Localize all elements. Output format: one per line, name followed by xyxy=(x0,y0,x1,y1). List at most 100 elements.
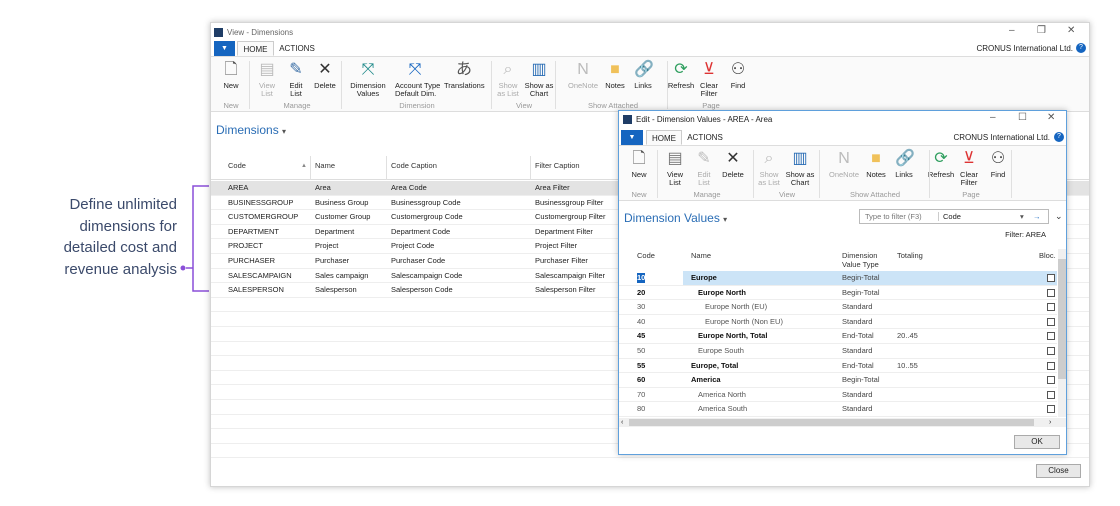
column-header[interactable]: Totaling xyxy=(897,251,923,260)
sort-ascending-icon: ▲ xyxy=(301,163,307,169)
table-row[interactable]: 80 America South Standard xyxy=(619,402,1057,417)
show-as-chart-button[interactable]: ▥ Show as Chart xyxy=(519,61,559,98)
apply-filter-arrow-icon[interactable]: → xyxy=(1033,210,1041,223)
onenote-icon: N xyxy=(838,150,850,167)
column-header[interactable]: Filter Caption xyxy=(535,161,580,170)
ribbon-group-label: Show Attached xyxy=(587,101,639,110)
blocked-checkbox[interactable] xyxy=(1047,274,1055,282)
app-menu-button[interactable]: ▼ xyxy=(214,41,235,56)
blocked-checkbox[interactable] xyxy=(1047,405,1055,414)
blocked-checkbox[interactable] xyxy=(1047,303,1055,312)
blocked-checkbox[interactable] xyxy=(1047,288,1055,297)
ribbon-separator xyxy=(819,150,820,198)
show-as-chart-button[interactable]: ▥ Show as Chart xyxy=(780,150,820,187)
find-button[interactable]: ⚇ Find xyxy=(718,61,758,90)
table-cell[interactable]: 70 xyxy=(637,388,645,402)
table-cell[interactable]: 50 xyxy=(637,344,645,358)
table-cell: Businessgroup Code xyxy=(391,197,461,207)
close-window-button[interactable]: ✕ xyxy=(1067,25,1075,36)
filter-input[interactable]: Type to filter (F3) xyxy=(865,210,922,223)
table-cell: Europe North xyxy=(698,287,746,297)
dimension-values-button[interactable]: ⤧ Dimension Values xyxy=(348,61,388,98)
column-header[interactable]: Code Caption xyxy=(391,161,437,170)
column-header[interactable]: Name xyxy=(315,161,335,170)
button-label: List xyxy=(290,89,302,98)
table-cell: Purchaser Filter xyxy=(535,256,588,265)
new-document-icon: 🗋 xyxy=(224,61,238,78)
refresh-icon: ⟳ xyxy=(674,61,688,78)
blocked-checkbox[interactable] xyxy=(1047,332,1055,341)
tab-home[interactable]: HOME xyxy=(646,130,682,145)
page-title[interactable]: Dimensions ▾ xyxy=(216,123,286,137)
help-icon[interactable]: ? xyxy=(1076,43,1086,53)
expand-chevron-icon[interactable]: ⌄ xyxy=(1055,211,1063,222)
ok-button[interactable]: OK xyxy=(1014,435,1060,449)
ribbon-separator xyxy=(657,150,658,198)
vertical-scrollbar[interactable] xyxy=(1058,249,1066,417)
tab-actions[interactable]: ACTIONS xyxy=(685,130,725,145)
table-cell: Europe South xyxy=(698,346,744,355)
table-cell[interactable]: 60 xyxy=(637,373,645,387)
help-icon[interactable]: ? xyxy=(1054,132,1064,142)
horizontal-scrollbar[interactable]: ‹ › xyxy=(619,418,1066,427)
table-cell: Salescampaign Filter xyxy=(535,270,606,280)
tab-home[interactable]: HOME xyxy=(237,41,274,56)
blocked-checkbox[interactable] xyxy=(1047,390,1055,399)
table-cell[interactable]: 40 xyxy=(637,315,645,329)
table-cell[interactable]: 30 xyxy=(637,300,645,314)
links-button[interactable]: 🔗 Links xyxy=(623,61,663,90)
blocked-checkbox[interactable] xyxy=(1047,361,1055,370)
column-header[interactable]: Name xyxy=(691,251,711,260)
column-header[interactable]: Code xyxy=(228,161,246,170)
app-menu-button[interactable]: ▼ xyxy=(621,130,643,145)
new-button[interactable]: 🗋 New xyxy=(211,61,251,90)
table-row[interactable]: 60 America Begin-Total xyxy=(619,373,1057,388)
blocked-checkbox[interactable] xyxy=(1047,376,1055,385)
column-header[interactable]: Code xyxy=(637,251,655,260)
delete-button[interactable]: ✕ Delete xyxy=(305,61,345,90)
table-row[interactable]: 40 Europe North (Non EU) Standard xyxy=(619,315,1057,330)
blocked-checkbox[interactable] xyxy=(1047,347,1055,355)
ribbon-separator xyxy=(929,150,930,198)
table-cell[interactable]: 20 xyxy=(637,286,645,300)
table-row[interactable]: 50 Europe South Standard xyxy=(619,344,1057,359)
ribbon-group-label: Page xyxy=(702,101,720,110)
table-cell[interactable]: 10 xyxy=(637,273,646,283)
table-row[interactable]: 30 Europe North (EU) Standard xyxy=(619,300,1057,315)
find-button[interactable]: ⚇ Find xyxy=(978,150,1018,179)
button-label: Values xyxy=(356,89,380,98)
page-title[interactable]: Dimension Values ▾ xyxy=(624,211,727,225)
column-header[interactable]: Dimension Value Type xyxy=(842,251,879,269)
table-cell[interactable]: 45 xyxy=(637,329,645,343)
minimize-button[interactable]: – xyxy=(1009,25,1015,36)
delete-button[interactable]: ✕ Delete xyxy=(713,150,753,179)
table-cell[interactable]: 55 xyxy=(637,359,645,373)
table-cell: Customergroup Code xyxy=(391,212,463,222)
dropdown-arrow-icon[interactable]: ▾ xyxy=(1020,210,1024,223)
minimize-button[interactable]: – xyxy=(990,112,996,123)
maximize-button[interactable]: ❐ xyxy=(1037,25,1046,36)
column-header[interactable]: Bloc. xyxy=(1039,251,1056,260)
dimension-values-grid: Code Name Dimension Value Type Totaling Bloc… xyxy=(619,248,1057,418)
table-cell: Standard xyxy=(842,346,873,355)
close-window-button[interactable]: ✕ xyxy=(1047,112,1055,123)
table-row[interactable]: 70 America North Standard xyxy=(619,388,1057,403)
table-row[interactable]: 10 Europe Begin-Total xyxy=(619,271,1057,286)
table-row[interactable]: 20 Europe North Begin-Total xyxy=(619,286,1057,301)
find-binoculars-icon: ⚇ xyxy=(730,61,746,78)
table-cell[interactable]: 80 xyxy=(637,402,645,416)
blocked-checkbox[interactable] xyxy=(1047,317,1055,326)
new-button[interactable]: 🗋 New xyxy=(619,150,659,179)
table-row[interactable]: 45 Europe North, Total End-Total 20..45 xyxy=(619,329,1057,344)
table-row[interactable]: 55 Europe, Total End-Total 10..55 xyxy=(619,359,1057,374)
ribbon-separator xyxy=(341,61,342,109)
translations-button[interactable]: あ Translations xyxy=(444,61,485,90)
tab-actions[interactable]: ACTIONS xyxy=(277,41,317,56)
account-type-default-dim-button[interactable]: ⤧ Account Type Default Dim. xyxy=(395,61,440,98)
links-button[interactable]: 🔗 Links xyxy=(884,150,924,179)
page-title-text: Dimensions xyxy=(216,123,279,137)
maximize-button[interactable]: ☐ xyxy=(1018,112,1027,123)
filter-field-select[interactable]: Code xyxy=(943,210,961,223)
button-label: List xyxy=(698,178,710,187)
close-button[interactable]: Close xyxy=(1036,464,1081,478)
